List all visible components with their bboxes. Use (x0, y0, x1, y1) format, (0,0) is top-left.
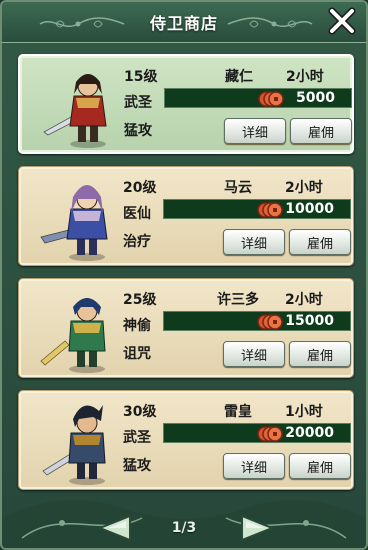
price-value: 20000 (285, 425, 334, 441)
hire-button[interactable]: 雇佣 (289, 453, 351, 479)
page-indicator: 1/3 (171, 520, 197, 536)
hire-button[interactable]: 雇佣 (289, 229, 351, 255)
close-icon (328, 7, 356, 35)
guard-class: 医仙 (123, 206, 151, 222)
guard-card[interactable]: 30级 武圣 猛攻 雷皇 1小时 20000 详细 雇佣 (18, 390, 354, 490)
hire-duration: 2小时 (285, 180, 323, 196)
guard-shop-window: 侍卫商店 15级 武圣 猛攻 藏仁 2小时 5000 详细 雇佣 20级 医仙 … (0, 0, 368, 550)
arrow-right-icon (241, 515, 273, 541)
hire-duration: 2小时 (285, 292, 323, 308)
guard-level: 20级 (123, 180, 157, 196)
guard-name: 雷皇 (224, 404, 252, 420)
guard-class: 武圣 (123, 430, 151, 446)
guard-class: 武圣 (124, 95, 152, 111)
price-value: 15000 (285, 313, 334, 329)
guard-card[interactable]: 20级 医仙 治疗 马云 2小时 10000 详细 雇佣 (18, 166, 354, 266)
details-button[interactable]: 详细 (223, 229, 285, 255)
hire-duration: 1小时 (285, 404, 323, 420)
details-button[interactable]: 详细 (224, 118, 286, 144)
title-bar: 侍卫商店 (2, 2, 366, 43)
guard-name: 马云 (224, 180, 252, 196)
coin-icon (258, 91, 284, 107)
coin-icon (257, 426, 283, 442)
guard-skill: 治疗 (123, 234, 151, 250)
coin-icon (257, 314, 283, 330)
guard-card[interactable]: 25级 神偷 诅咒 许三多 2小时 15000 详细 雇佣 (18, 278, 354, 378)
details-button[interactable]: 详细 (223, 453, 285, 479)
guard-level: 25级 (123, 292, 157, 308)
price-value: 10000 (285, 201, 334, 217)
guard-card[interactable]: 15级 武圣 猛攻 藏仁 2小时 5000 详细 雇佣 (18, 54, 354, 154)
price-bar: 15000 (163, 311, 351, 331)
guard-skill: 猛攻 (123, 458, 151, 474)
guard-portrait (43, 74, 107, 148)
guard-skill: 猛攻 (124, 123, 152, 139)
bottom-ornament-icon (2, 500, 366, 548)
next-page-button[interactable] (234, 512, 278, 544)
guard-skill: 诅咒 (123, 346, 151, 362)
hire-duration: 2小时 (286, 69, 324, 85)
guard-name: 许三多 (217, 292, 259, 308)
details-button[interactable]: 详细 (223, 341, 285, 367)
guard-level: 15级 (124, 69, 158, 85)
guard-portrait (42, 405, 106, 485)
price-bar: 5000 (164, 88, 352, 108)
price-bar: 20000 (163, 423, 351, 443)
guard-class: 神偷 (123, 318, 151, 334)
price-bar: 10000 (163, 199, 351, 219)
ornament-icon (227, 17, 313, 28)
guard-portrait (40, 185, 108, 261)
guard-portrait (40, 298, 106, 373)
guard-level: 30级 (123, 404, 157, 420)
price-value: 5000 (296, 90, 335, 106)
guard-name: 藏仁 (225, 69, 253, 85)
hire-button[interactable]: 雇佣 (290, 118, 352, 144)
coin-icon (257, 202, 283, 218)
hire-button[interactable]: 雇佣 (289, 341, 351, 367)
close-button[interactable] (326, 6, 358, 36)
